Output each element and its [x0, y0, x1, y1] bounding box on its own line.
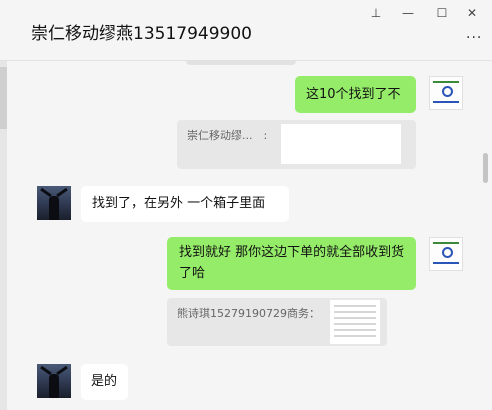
quote-text: 熊诗琪15279190729商务： — [177, 307, 320, 320]
message-bubble-contact[interactable]: 找到了，在另外 一个箱子里面 — [81, 186, 289, 222]
message-bubble-self[interactable]: 这10个找到了不 — [295, 76, 416, 113]
title-bar: 崇仁移动缪燕13517949900 ⊥ — ☐ ✕ ··· — [0, 0, 492, 61]
side-panel-thumb — [0, 67, 7, 129]
contact-avatar[interactable] — [37, 186, 71, 220]
maximize-icon[interactable]: ☐ — [432, 4, 452, 22]
more-options-icon[interactable]: ··· — [466, 30, 482, 46]
chat-message-area[interactable]: 这10个找到了不 崇仁移动缪... : 找到了，在另外 一个箱子里面 找到就好 … — [0, 61, 492, 410]
message-text: 找到了，在另外 一个箱子里面 — [92, 196, 266, 211]
minimize-icon[interactable]: — — [398, 4, 418, 22]
quote-text: 崇仁移动缪... : — [187, 129, 268, 142]
message-text: 这10个找到了不 — [306, 87, 401, 102]
message-text: 找到就好 那你这边下单的就全部收到货了哈 — [179, 245, 405, 281]
contact-avatar[interactable] — [37, 364, 71, 398]
previous-message-edge — [186, 61, 296, 65]
self-avatar[interactable] — [429, 237, 463, 271]
message-text: 是的 — [91, 374, 118, 389]
quoted-image-thumbnail[interactable] — [281, 124, 401, 164]
logo-circle-icon — [442, 247, 453, 258]
message-bubble-self[interactable]: 找到就好 那你这边下单的就全部收到货了哈 — [167, 237, 416, 290]
quoted-message[interactable]: 熊诗琪15279190729商务： — [167, 298, 387, 346]
quoted-message[interactable]: 崇仁移动缪... : — [177, 120, 416, 169]
chat-title: 崇仁移动缪燕13517949900 — [31, 24, 252, 44]
chat-scrollbar[interactable] — [483, 153, 488, 183]
quoted-spreadsheet-thumbnail[interactable] — [330, 300, 380, 344]
close-icon[interactable]: ✕ — [462, 4, 482, 22]
logo-circle-icon — [442, 86, 453, 97]
message-bubble-contact[interactable]: 是的 — [81, 364, 128, 400]
self-avatar[interactable] — [429, 76, 463, 110]
pin-icon[interactable]: ⊥ — [366, 4, 386, 22]
side-panel-edge — [0, 61, 7, 410]
